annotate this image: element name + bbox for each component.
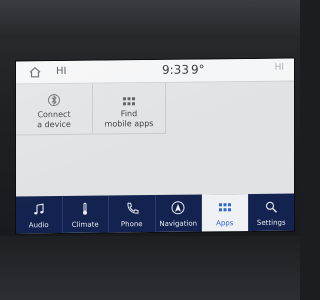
dashboard-top-trim [0, 0, 300, 38]
find-mobile-apps-tile[interactable]: Find mobile apps [93, 82, 166, 135]
connect-device-tile[interactable]: Connect a device [16, 83, 93, 136]
nav-audio-label: Audio [28, 221, 49, 230]
status-bar: HI 9:33 9° HI [16, 58, 294, 85]
apps-grid-icon [218, 199, 232, 218]
music-note-icon [32, 201, 46, 220]
connect-device-label: Connect a device [37, 109, 71, 130]
nav-apps-label: Apps [216, 219, 234, 228]
nav-phone-label: Phone [120, 220, 143, 229]
bottom-nav-bar: Audio Climate Phone Navigation Apps Sett… [16, 193, 295, 234]
nav-settings-label: Settings [256, 218, 286, 227]
nav-settings[interactable]: Settings [249, 194, 295, 231]
status-right-text: HI [274, 62, 284, 73]
infotainment-screen: HI 9:33 9° HI Connect a device Find mobi… [16, 58, 295, 234]
nav-navigation[interactable]: Navigation [155, 194, 202, 232]
settings-icon [264, 199, 278, 218]
dashboard-lower-trim [0, 236, 300, 300]
apps-panel: Connect a device Find mobile apps [16, 81, 294, 197]
nav-apps[interactable]: Apps [202, 194, 249, 232]
clock: 9:33 [162, 62, 189, 77]
nav-climate-label: Climate [71, 220, 99, 229]
nav-phone[interactable]: Phone [109, 194, 156, 233]
home-icon[interactable] [28, 65, 42, 79]
nav-navigation-label: Navigation [159, 219, 198, 228]
bluetooth-icon [48, 92, 60, 111]
nav-audio[interactable]: Audio [16, 195, 63, 234]
find-mobile-apps-label: Find mobile apps [104, 109, 154, 129]
greeting-text: HI [56, 65, 67, 78]
outside-temperature: 9° [191, 62, 205, 77]
grid-icon [122, 91, 136, 110]
nav-climate[interactable]: Climate [62, 195, 109, 233]
thermometer-icon [78, 201, 92, 220]
navigation-icon [171, 200, 185, 219]
phone-icon [125, 200, 139, 219]
